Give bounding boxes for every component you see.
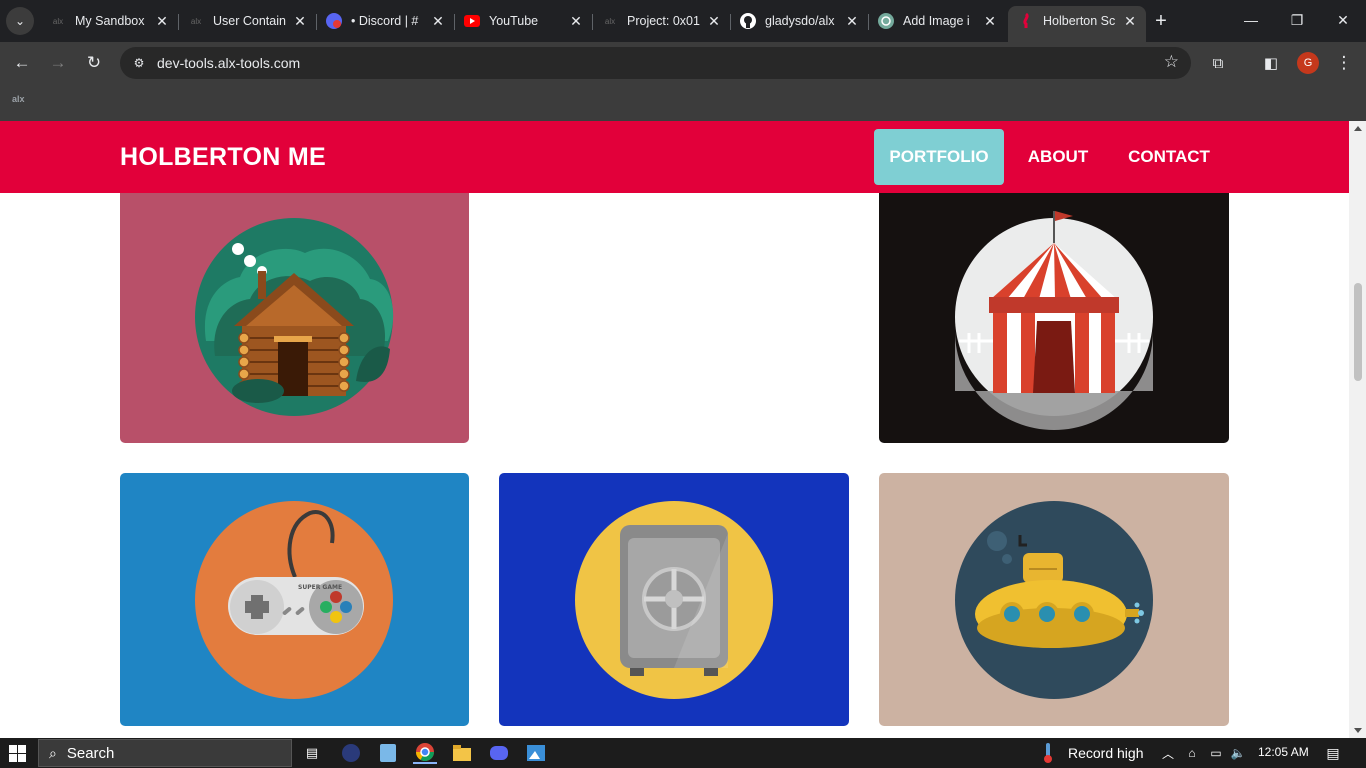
close-window-icon[interactable]: ✕ bbox=[1328, 8, 1358, 32]
chatgpt-icon bbox=[878, 13, 894, 29]
back-icon[interactable]: ← bbox=[9, 50, 35, 76]
weather-text[interactable]: Record high bbox=[1068, 745, 1144, 761]
tab-title: My Sandbox bbox=[75, 14, 145, 28]
alx-icon: alx bbox=[604, 16, 616, 26]
site-brand[interactable]: HOLBERTON ME bbox=[120, 143, 326, 172]
nav-portfolio[interactable]: PORTFOLIO bbox=[874, 129, 1004, 185]
alx-icon: alx bbox=[52, 16, 64, 26]
tab-chatgpt[interactable]: Add Image i ✕ bbox=[868, 6, 1006, 36]
tab-user-container[interactable]: alx User Contain ✕ bbox=[178, 6, 317, 36]
close-tab-icon[interactable]: ✕ bbox=[292, 13, 308, 29]
portfolio-item-empty bbox=[499, 181, 849, 443]
close-tab-icon[interactable]: ✕ bbox=[706, 13, 722, 29]
portfolio-item-safe[interactable] bbox=[499, 473, 849, 726]
notifications-icon[interactable]: ▤ bbox=[1321, 742, 1345, 764]
portfolio-item-cabin[interactable] bbox=[120, 181, 469, 443]
portfolio-item-submarine[interactable] bbox=[879, 473, 1229, 726]
tab-discord[interactable]: • Discord | # ✕ bbox=[316, 6, 455, 36]
address-bar[interactable]: ⚙ dev-tools.alx-tools.com ☆ bbox=[120, 47, 1191, 79]
cabin-icon bbox=[195, 218, 394, 416]
chevron-up-icon[interactable]: ︿ bbox=[1156, 742, 1180, 764]
minimize-icon[interactable]: — bbox=[1236, 8, 1266, 32]
tab-holberton[interactable]: Holberton Sc ✕ bbox=[1008, 6, 1146, 42]
search-icon: ⌕ bbox=[49, 744, 57, 761]
page-scrollbar[interactable] bbox=[1349, 121, 1366, 738]
reload-icon[interactable]: ↻ bbox=[81, 50, 107, 76]
url-text[interactable]: dev-tools.alx-tools.com bbox=[157, 55, 300, 71]
volume-icon[interactable]: 🔈 bbox=[1226, 742, 1250, 764]
github-icon bbox=[740, 13, 756, 29]
side-panel-icon[interactable]: ◧ bbox=[1258, 50, 1284, 76]
close-tab-icon[interactable]: ✕ bbox=[844, 13, 860, 29]
circus-tent-icon bbox=[955, 211, 1153, 430]
bookmarks-bar: alx bbox=[0, 84, 1366, 121]
nav-about[interactable]: ABOUT bbox=[1016, 129, 1100, 185]
web-page: HOLBERTON ME PORTFOLIO ABOUT CONTACT SUP… bbox=[0, 121, 1366, 738]
file-explorer-icon[interactable] bbox=[450, 742, 474, 764]
holberton-icon bbox=[1018, 13, 1034, 29]
tab-title: Project: 0x01 bbox=[627, 14, 700, 28]
discord-icon bbox=[326, 13, 342, 29]
taskbar-search[interactable]: ⌕ Search bbox=[38, 739, 292, 767]
photos-icon[interactable] bbox=[524, 742, 548, 764]
submarine-icon bbox=[955, 501, 1153, 699]
thermometer-icon[interactable] bbox=[1036, 742, 1060, 764]
menu-icon[interactable]: ⋮ bbox=[1331, 50, 1357, 76]
network-icon[interactable]: ⌂ bbox=[1180, 742, 1204, 764]
bookmark-star-icon[interactable]: ☆ bbox=[1164, 52, 1179, 72]
scrollbar-thumb[interactable] bbox=[1354, 283, 1362, 381]
youtube-icon bbox=[464, 13, 480, 29]
forward-icon[interactable]: → bbox=[45, 50, 71, 76]
scroll-up-icon[interactable] bbox=[1354, 126, 1362, 131]
windows-start-icon[interactable] bbox=[9, 745, 26, 762]
restore-icon[interactable]: ❐ bbox=[1282, 8, 1312, 32]
tab-title: Add Image i bbox=[903, 14, 970, 28]
bookmark-alx[interactable]: alx bbox=[12, 94, 25, 104]
nav-contact[interactable]: CONTACT bbox=[1116, 129, 1222, 185]
portfolio-item-circus-tent[interactable] bbox=[879, 181, 1229, 443]
close-tab-icon[interactable]: ✕ bbox=[430, 13, 446, 29]
browser-tab-strip: ⌄ alx My Sandbox ✕ alx User Contain ✕ • … bbox=[0, 0, 1366, 42]
app-vlc-icon[interactable] bbox=[339, 742, 363, 764]
controller-label: SUPER GAME bbox=[298, 584, 342, 591]
tab-title: gladysdo/alx bbox=[765, 14, 835, 28]
tab-search-icon[interactable]: ⌄ bbox=[6, 7, 34, 35]
discord-taskbar-icon[interactable] bbox=[487, 742, 511, 764]
alx-icon: alx bbox=[190, 16, 202, 26]
chrome-icon[interactable] bbox=[413, 742, 437, 764]
tab-title: YouTube bbox=[489, 14, 539, 28]
tab-my-sandbox[interactable]: alx My Sandbox ✕ bbox=[40, 6, 179, 36]
close-tab-icon[interactable]: ✕ bbox=[1122, 13, 1138, 29]
site-header: HOLBERTON ME PORTFOLIO ABOUT CONTACT bbox=[0, 121, 1349, 193]
close-tab-icon[interactable]: ✕ bbox=[982, 13, 998, 29]
game-controller-icon: SUPER GAME bbox=[195, 501, 393, 699]
portfolio-item-game-controller[interactable]: SUPER GAME bbox=[120, 473, 469, 726]
tab-title: User Contain bbox=[213, 14, 286, 28]
notepad-icon[interactable] bbox=[376, 742, 400, 764]
close-tab-icon[interactable]: ✕ bbox=[154, 13, 170, 29]
tab-title: Holberton Sc bbox=[1043, 14, 1116, 28]
windows-taskbar: ⌕ Search ▤ Record high ︿ ⌂ ▭ 🔈 12:05 AM … bbox=[0, 738, 1366, 768]
extensions-icon[interactable]: ⧉ bbox=[1205, 50, 1231, 76]
search-placeholder: Search bbox=[66, 744, 115, 762]
tab-title: • Discord | # bbox=[351, 14, 419, 28]
tab-project[interactable]: alx Project: 0x01 ✕ bbox=[592, 6, 731, 36]
task-view-icon[interactable]: ▤ bbox=[300, 742, 324, 764]
tab-youtube[interactable]: YouTube ✕ bbox=[454, 6, 593, 36]
tab-github[interactable]: gladysdo/alx ✕ bbox=[730, 6, 869, 36]
new-tab-icon[interactable]: + bbox=[1150, 10, 1172, 32]
scroll-down-icon[interactable] bbox=[1354, 728, 1362, 733]
profile-avatar[interactable]: G bbox=[1297, 52, 1319, 74]
browser-toolbar: ← → ↻ ⚙ dev-tools.alx-tools.com ☆ ⧉ ◧ ⋮ bbox=[0, 42, 1366, 84]
site-info-icon[interactable]: ⚙ bbox=[128, 52, 150, 74]
taskbar-clock[interactable]: 12:05 AM bbox=[1258, 745, 1309, 759]
safe-icon bbox=[575, 501, 773, 699]
close-tab-icon[interactable]: ✕ bbox=[568, 13, 584, 29]
battery-icon[interactable]: ▭ bbox=[1204, 742, 1228, 764]
